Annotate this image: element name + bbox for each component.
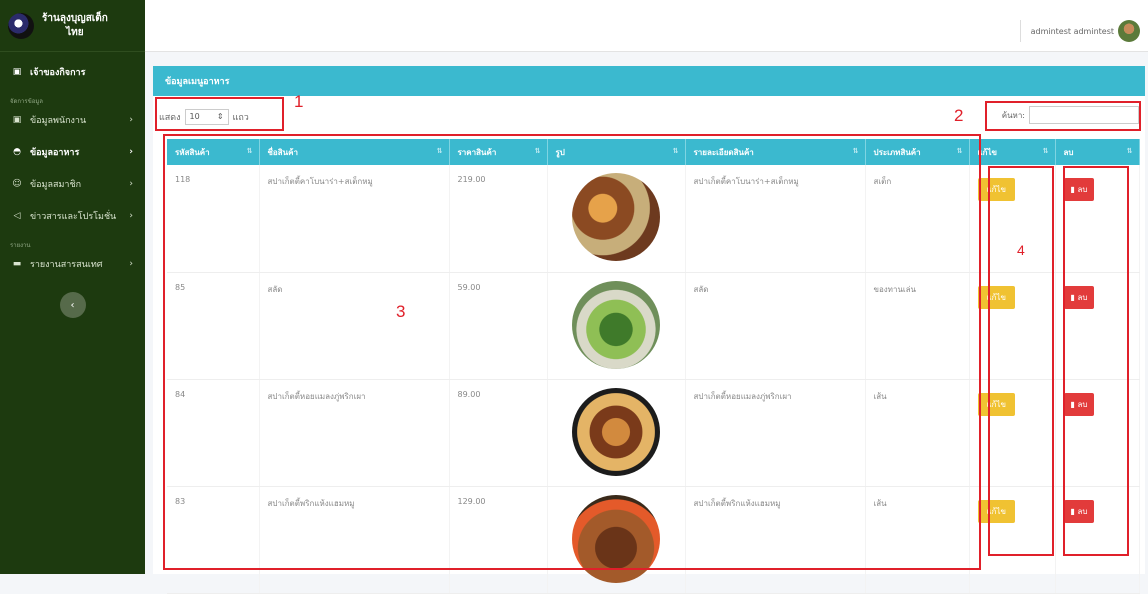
chevron-right-icon: › xyxy=(129,115,133,125)
chevron-right-icon: › xyxy=(129,147,133,157)
annotation-label-1: 1 xyxy=(294,92,304,111)
sidebar-toggle-button[interactable]: ‹ xyxy=(59,292,86,318)
users-icon: ☺ xyxy=(12,179,22,189)
section-label: รายงาน xyxy=(10,242,31,249)
sidebar-item-employees[interactable]: ▣ ข้อมูลพนักงาน › xyxy=(0,104,145,136)
annotation-label-3: 3 xyxy=(396,302,406,321)
annotation-label-2: 2 xyxy=(954,106,964,125)
sidebar-item-reports[interactable]: ▬ รายงานสารสนเทศ › xyxy=(0,248,145,280)
annotation-box-4a xyxy=(988,166,1054,556)
megaphone-icon: ◁ xyxy=(13,211,21,221)
chevron-right-icon: › xyxy=(129,259,133,269)
divider xyxy=(1019,20,1021,42)
folder-icon: ▬ xyxy=(12,259,22,269)
chevron-right-icon: › xyxy=(129,211,133,221)
brand[interactable]: ร้านลุงบุญสเต็ก ไทย xyxy=(0,0,145,52)
topbar: admintest admintest xyxy=(145,0,1148,52)
sort-icon: ⇅ xyxy=(1042,147,1049,155)
sidebar-item-members[interactable]: ☺ ข้อมูลสมาชิก › xyxy=(0,168,145,200)
sidebar-item-news[interactable]: ◁ ข่าวสารและโปรโมชั่น › xyxy=(0,200,145,232)
food-icon: ◓ xyxy=(13,147,21,157)
user-menu[interactable]: admintest admintest xyxy=(1019,20,1140,42)
id-card-icon: ▣ xyxy=(12,115,22,125)
id-card-icon: ▣ xyxy=(12,67,22,77)
brand-name: ร้านลุงบุญสเต็ก ไทย xyxy=(42,12,108,38)
sidebar-item-owner[interactable]: ▣ เจ้าของกิจการ xyxy=(0,56,145,88)
annotation-box-3 xyxy=(163,134,981,570)
sidebar-item-food[interactable]: ◓ ข้อมูลอาหาร › xyxy=(0,136,145,168)
sidebar: ร้านลุงบุญสเต็ก ไทย ▣ เจ้าของกิจการ จัดก… xyxy=(0,0,145,574)
annotation-box-4b xyxy=(1063,166,1129,556)
avatar[interactable] xyxy=(1118,20,1140,42)
sort-icon: ⇅ xyxy=(1126,147,1133,155)
col-header-delete[interactable]: ลบ ⇅ xyxy=(1055,139,1140,165)
chevron-right-icon: › xyxy=(129,179,133,189)
section-label: จัดการข้อมูล xyxy=(10,98,43,105)
col-header-edit[interactable]: แก้ไข ⇅ xyxy=(969,139,1056,165)
annotation-label-4: 4 xyxy=(1017,242,1025,258)
chevron-left-icon: ‹ xyxy=(70,299,75,311)
annotation-box-1 xyxy=(155,97,284,131)
logo-icon xyxy=(8,12,34,39)
user-name: admintest admintest xyxy=(1030,26,1114,36)
annotation-box-2 xyxy=(985,101,1141,131)
